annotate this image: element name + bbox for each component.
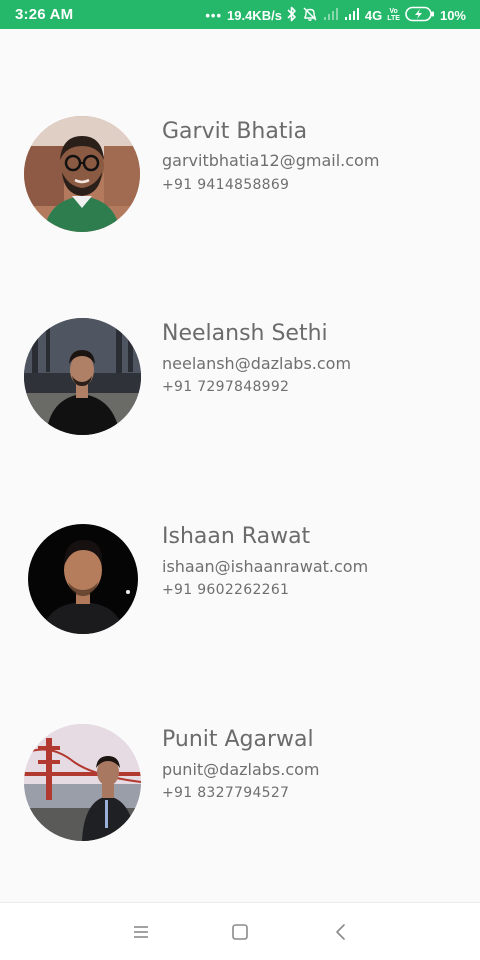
battery-percent: 10% [439, 7, 466, 23]
volte-label-top: Vo [389, 8, 398, 15]
more-dots-icon: ••• [205, 7, 222, 23]
avatar [28, 524, 138, 634]
contact-phone[interactable]: +91 9414858869 [162, 178, 289, 192]
battery-charging-icon [405, 6, 435, 25]
contact-email[interactable]: punit@dazlabs.com [162, 762, 320, 778]
avatar [24, 318, 141, 435]
home-icon[interactable] [229, 921, 251, 943]
status-time: 3:26 AM [15, 6, 74, 23]
bluetooth-icon [287, 6, 297, 25]
contact-phone[interactable]: +91 8327794527 [162, 786, 289, 800]
contact-name: Neelansh Sethi [162, 321, 328, 346]
network-speed: 19.4KB/s [227, 7, 282, 23]
contact-name: Garvit Bhatia [162, 119, 308, 144]
volte-label-bottom: LTE [387, 15, 400, 22]
contact-phone[interactable]: +91 9602262261 [162, 583, 289, 597]
contact-name: Ishaan Rawat [162, 524, 311, 549]
back-icon[interactable] [330, 921, 352, 943]
contact-email[interactable]: ishaan@ishaanrawat.com [162, 559, 368, 575]
contact-name: Punit Agarwal [162, 727, 314, 752]
avatar [24, 116, 140, 232]
alarm-off-icon [302, 6, 318, 25]
avatar [24, 724, 141, 841]
contact-phone[interactable]: +91 7297848992 [162, 380, 289, 394]
signal-icon [323, 7, 339, 24]
contact-email[interactable]: garvitbhatia12@gmail.com [162, 153, 379, 169]
signal-icon [344, 7, 360, 24]
volte-icon: Vo LTE [387, 8, 400, 22]
status-bar: 3:26 AM ••• 19.4KB/s 4G Vo LTE 10% [0, 0, 480, 29]
contact-email[interactable]: neelansh@dazlabs.com [162, 356, 351, 372]
navigation-bar [0, 902, 480, 960]
menu-icon[interactable] [130, 921, 152, 943]
status-indicators: ••• 19.4KB/s 4G Vo LTE 10% [205, 5, 466, 25]
network-type: 4G [364, 7, 383, 23]
